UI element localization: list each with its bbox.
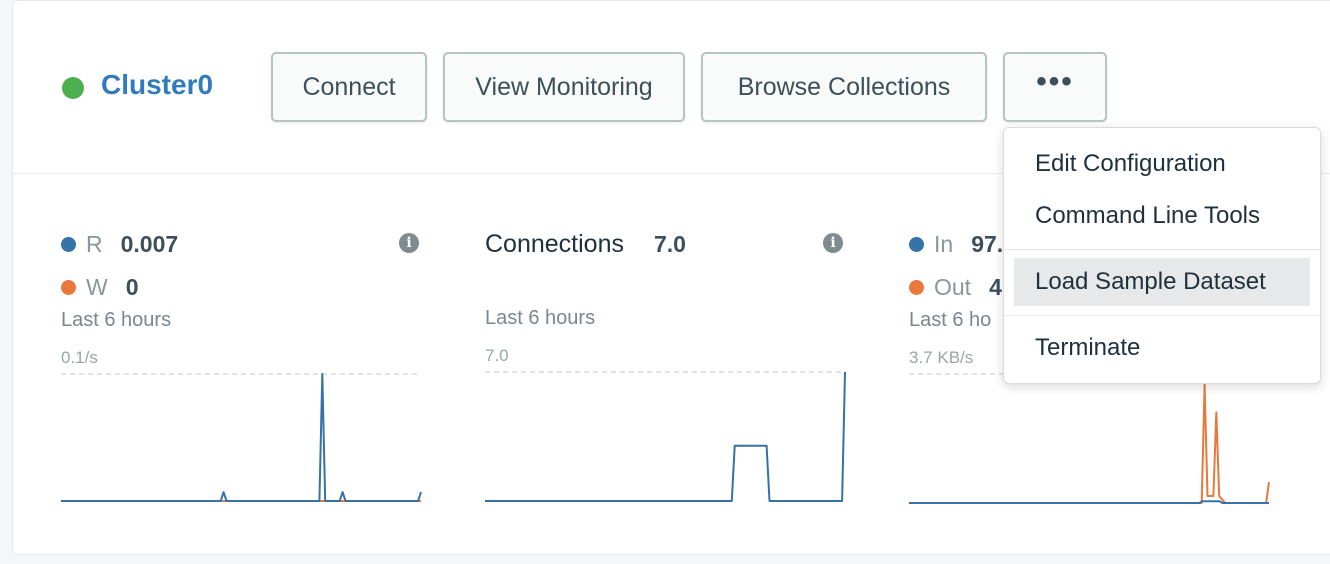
browse-collections-button[interactable]: Browse Collections — [701, 52, 987, 122]
in-dot-icon — [909, 237, 924, 252]
more-options-button[interactable]: ••• — [1003, 52, 1107, 122]
read-value: 0.007 — [120, 231, 179, 257]
ops-max-label: 0.1/s — [61, 348, 98, 367]
in-value: 97. — [971, 231, 1004, 257]
read-dot-icon — [61, 237, 76, 252]
out-label: Out — [934, 274, 972, 300]
ops-write-legend: W 0 — [61, 274, 139, 301]
write-label: W — [86, 274, 108, 300]
network-max-label: 3.7 KB/s — [909, 348, 974, 367]
in-label: In — [934, 231, 954, 257]
cluster-name-link[interactable]: Cluster0 — [101, 69, 213, 101]
menu-item-load-sample-dataset[interactable]: Load Sample Dataset — [1014, 258, 1310, 306]
connect-button[interactable]: Connect — [271, 52, 427, 122]
read-label: R — [86, 231, 103, 257]
ops-period: Last 6 hours — [61, 309, 172, 331]
network-out-legend: Out 4 — [909, 274, 1002, 301]
out-value: 4 — [989, 274, 1002, 300]
series-line-r — [61, 373, 422, 502]
menu-divider — [1004, 315, 1320, 316]
connections-value: 7.0 — [653, 231, 686, 257]
menu-item-edit-configuration[interactable]: Edit Configuration — [1004, 140, 1320, 188]
write-value: 0 — [125, 274, 139, 300]
connections-chart — [485, 371, 846, 502]
ops-info-icon[interactable]: i — [399, 233, 419, 253]
connections-max-label: 7.0 — [485, 346, 509, 365]
out-dot-icon — [909, 280, 924, 295]
series-line-out — [909, 383, 1270, 504]
series-line-connections — [485, 371, 846, 502]
network-chart — [909, 373, 1270, 504]
connections-title: Connections — [485, 230, 624, 258]
write-dot-icon — [61, 280, 76, 295]
menu-divider — [1004, 249, 1320, 250]
more-options-menu: Edit Configuration Command Line Tools Lo… — [1003, 127, 1321, 384]
menu-item-command-line-tools[interactable]: Command Line Tools — [1004, 192, 1320, 240]
ops-read-legend: R 0.007 — [61, 231, 178, 258]
network-period: Last 6 ho — [909, 309, 992, 331]
series-line-in — [909, 500, 1269, 504]
connections-header: Connections 7.0 — [485, 230, 686, 259]
menu-item-terminate[interactable]: Terminate — [1004, 324, 1320, 372]
network-in-legend: In 97. — [909, 231, 1003, 258]
ops-chart — [61, 373, 422, 502]
view-monitoring-button[interactable]: View Monitoring — [443, 52, 685, 122]
connections-period: Last 6 hours — [485, 307, 596, 329]
status-indicator-icon — [62, 77, 84, 99]
connections-info-icon[interactable]: i — [823, 233, 843, 253]
